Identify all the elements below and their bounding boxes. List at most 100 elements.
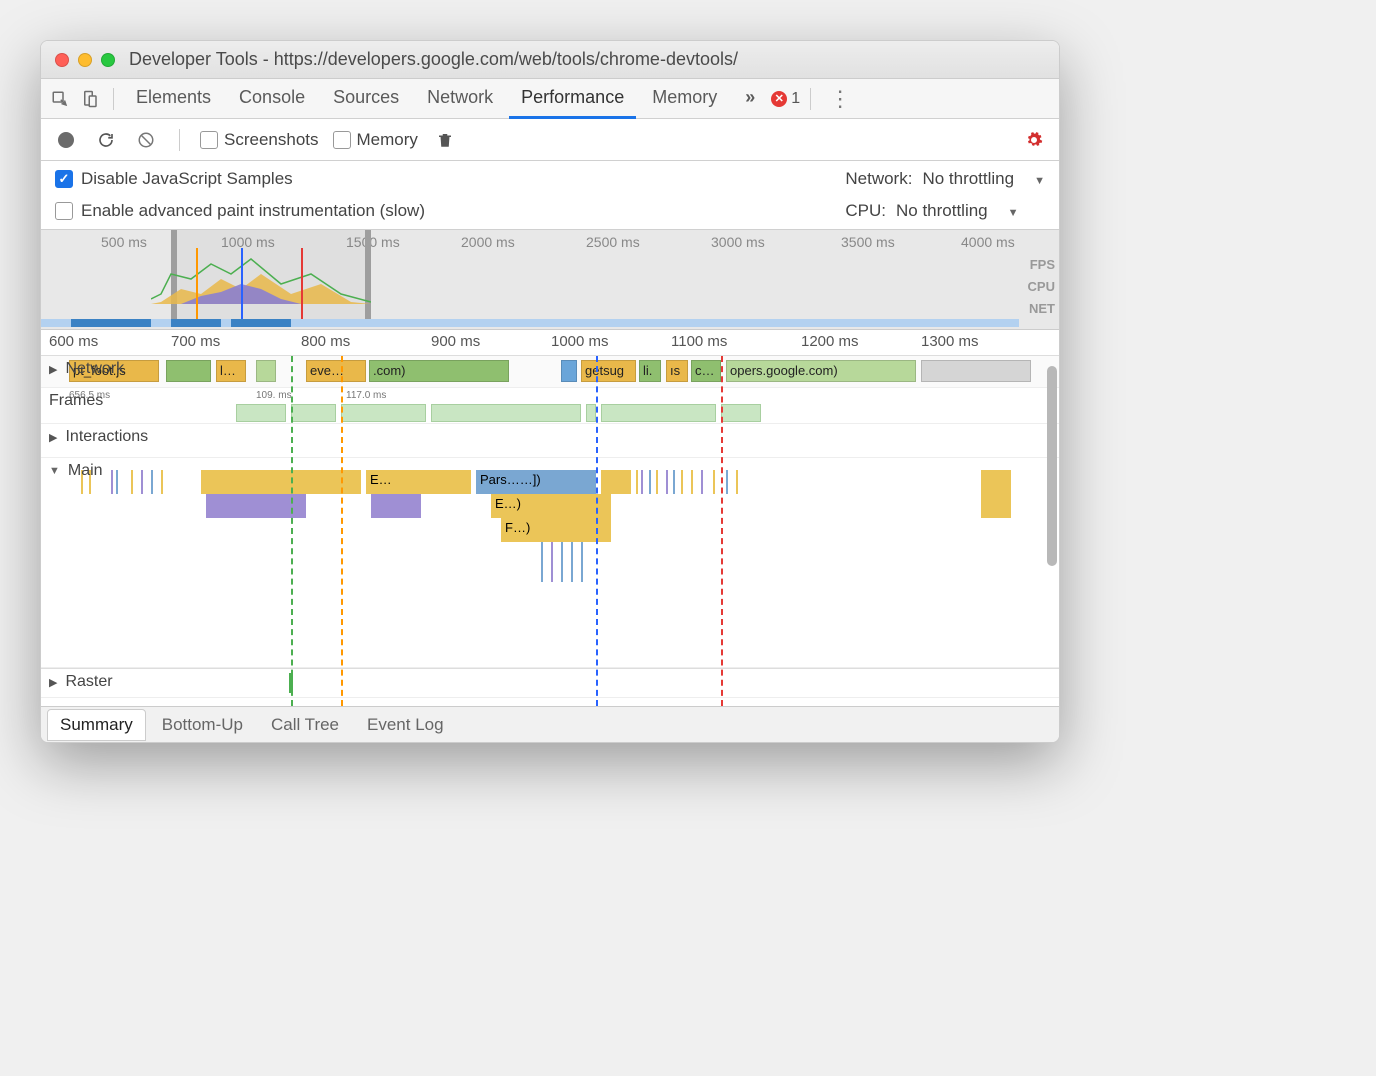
flame-bar[interactable]: [206, 494, 306, 518]
overview-timeline[interactable]: 500 ms 1000 ms 1500 ms 2000 ms 2500 ms 3…: [41, 230, 1059, 330]
separator: [113, 88, 114, 110]
screenshots-checkbox[interactable]: Screenshots: [200, 130, 319, 150]
tab-summary[interactable]: Summary: [47, 709, 146, 741]
main-track[interactable]: Main E… Pars……]) E…) F…): [41, 458, 1059, 668]
lane-fps: FPS: [1028, 254, 1055, 276]
disable-js-label: Disable JavaScript Samples: [81, 169, 293, 189]
vertical-scrollbar[interactable]: [1047, 356, 1057, 706]
checkbox-icon: [55, 202, 73, 220]
lane-cpu: CPU: [1028, 276, 1055, 298]
net-seg[interactable]: ıs: [666, 360, 688, 382]
interactions-track-header[interactable]: Interactions: [49, 428, 148, 446]
flame-bar[interactable]: F…): [501, 518, 611, 542]
tab-sources[interactable]: Sources: [321, 79, 411, 119]
overview-chart: [151, 254, 371, 304]
memory-checkbox[interactable]: Memory: [333, 130, 418, 150]
overview-net-strip: [41, 319, 1019, 327]
interactions-track[interactable]: Interactions: [41, 424, 1059, 458]
ruler-tick: 1300 ms: [921, 333, 979, 350]
titlebar: Developer Tools - https://developers.goo…: [41, 41, 1059, 79]
ov-tick: 3500 ms: [841, 234, 895, 250]
capture-settings: Disable JavaScript Samples Network: No t…: [41, 161, 1059, 230]
net-seg[interactable]: eve…: [306, 360, 366, 382]
tab-call-tree[interactable]: Call Tree: [259, 710, 351, 740]
net-seg[interactable]: [561, 360, 577, 382]
net-seg[interactable]: li.: [639, 360, 661, 382]
error-badge[interactable]: ✕ 1: [771, 90, 800, 108]
cpu-throttle-select[interactable]: CPU: No throttling: [845, 201, 1045, 221]
record-button[interactable]: [53, 127, 79, 153]
net-seg[interactable]: [921, 360, 1031, 382]
ruler-tick: 800 ms: [301, 333, 350, 350]
device-toggle-icon[interactable]: [77, 86, 103, 112]
minimize-icon[interactable]: [78, 53, 92, 67]
close-icon[interactable]: [55, 53, 69, 67]
ov-tick: 2000 ms: [461, 234, 515, 250]
frame-bar[interactable]: [721, 404, 761, 422]
flame-bar[interactable]: E…: [366, 470, 471, 494]
traffic-lights: [55, 53, 115, 67]
net-seg[interactable]: .com): [369, 360, 509, 382]
frame-bar[interactable]: [291, 404, 336, 422]
tab-performance[interactable]: Performance: [509, 79, 636, 119]
raster-track-header[interactable]: Raster: [49, 673, 113, 691]
frame-bar[interactable]: [341, 404, 426, 422]
net-seg[interactable]: c…: [691, 360, 721, 382]
maximize-icon[interactable]: [101, 53, 115, 67]
clear-button[interactable]: [133, 127, 159, 153]
error-icon: ✕: [771, 91, 787, 107]
tab-event-log[interactable]: Event Log: [355, 710, 456, 740]
network-track-header[interactable]: Network: [49, 360, 124, 378]
tab-overflow[interactable]: »: [733, 79, 767, 119]
ruler-tick: 1100 ms: [671, 333, 727, 350]
tab-elements[interactable]: Elements: [124, 79, 223, 119]
net-seg[interactable]: l…: [216, 360, 246, 382]
inspect-icon[interactable]: [47, 86, 73, 112]
kebab-menu-icon[interactable]: ⋮: [821, 86, 859, 112]
flame-bar[interactable]: [981, 494, 1011, 518]
raster-track[interactable]: Raster: [41, 668, 1059, 698]
enable-paint-row[interactable]: Enable advanced paint instrumentation (s…: [55, 201, 815, 221]
network-track[interactable]: Network pt_foot.js l… eve… .com) getsug …: [41, 356, 1059, 388]
flame-bar[interactable]: [601, 470, 631, 494]
frame-bar[interactable]: [586, 404, 596, 422]
trash-icon[interactable]: [432, 127, 458, 153]
marker: [196, 248, 198, 319]
ruler-tick: 1000 ms: [551, 333, 609, 350]
net-seg[interactable]: [256, 360, 276, 382]
ov-tick: 2500 ms: [586, 234, 640, 250]
disable-js-row[interactable]: Disable JavaScript Samples: [55, 169, 815, 189]
frame-bar[interactable]: [236, 404, 286, 422]
cpu-value: No throttling: [896, 201, 988, 221]
flame-bar[interactable]: Pars……]): [476, 470, 596, 494]
flame-bar[interactable]: [981, 470, 1011, 494]
tab-console[interactable]: Console: [227, 79, 317, 119]
ov-tick: 3000 ms: [711, 234, 765, 250]
flame-bar[interactable]: E…): [491, 494, 611, 518]
raster-tick: [289, 673, 293, 693]
perf-toolbar: Screenshots Memory: [41, 119, 1059, 161]
main-tabs: Elements Console Sources Network Perform…: [41, 79, 1059, 119]
frame-bar[interactable]: [601, 404, 716, 422]
reload-button[interactable]: [93, 127, 119, 153]
ruler-tick: 700 ms: [171, 333, 220, 350]
cpu-label: CPU:: [845, 201, 886, 221]
net-seg[interactable]: opers.google.com): [726, 360, 916, 382]
frame-bar[interactable]: [431, 404, 581, 422]
flame-tracks[interactable]: Network pt_foot.js l… eve… .com) getsug …: [41, 356, 1059, 706]
net-seg[interactable]: getsug: [581, 360, 636, 382]
screenshots-label: Screenshots: [224, 130, 319, 150]
tab-memory[interactable]: Memory: [640, 79, 729, 119]
network-throttle-select[interactable]: Network: No throttling: [845, 169, 1045, 189]
main-track-header[interactable]: Main: [49, 462, 103, 480]
frames-track-header[interactable]: Frames: [49, 392, 103, 410]
tab-network[interactable]: Network: [415, 79, 505, 119]
net-seg[interactable]: [166, 360, 211, 382]
tab-bottom-up[interactable]: Bottom-Up: [150, 710, 255, 740]
frames-track[interactable]: Frames 656.5 ms 109. ms 117.0 ms: [41, 388, 1059, 424]
settings-gear-icon[interactable]: [1021, 127, 1047, 153]
flame-bar[interactable]: [201, 470, 361, 494]
ov-tick: 500 ms: [101, 234, 147, 250]
frame-time: 117.0 ms: [346, 390, 386, 401]
flame-bar[interactable]: [371, 494, 421, 518]
